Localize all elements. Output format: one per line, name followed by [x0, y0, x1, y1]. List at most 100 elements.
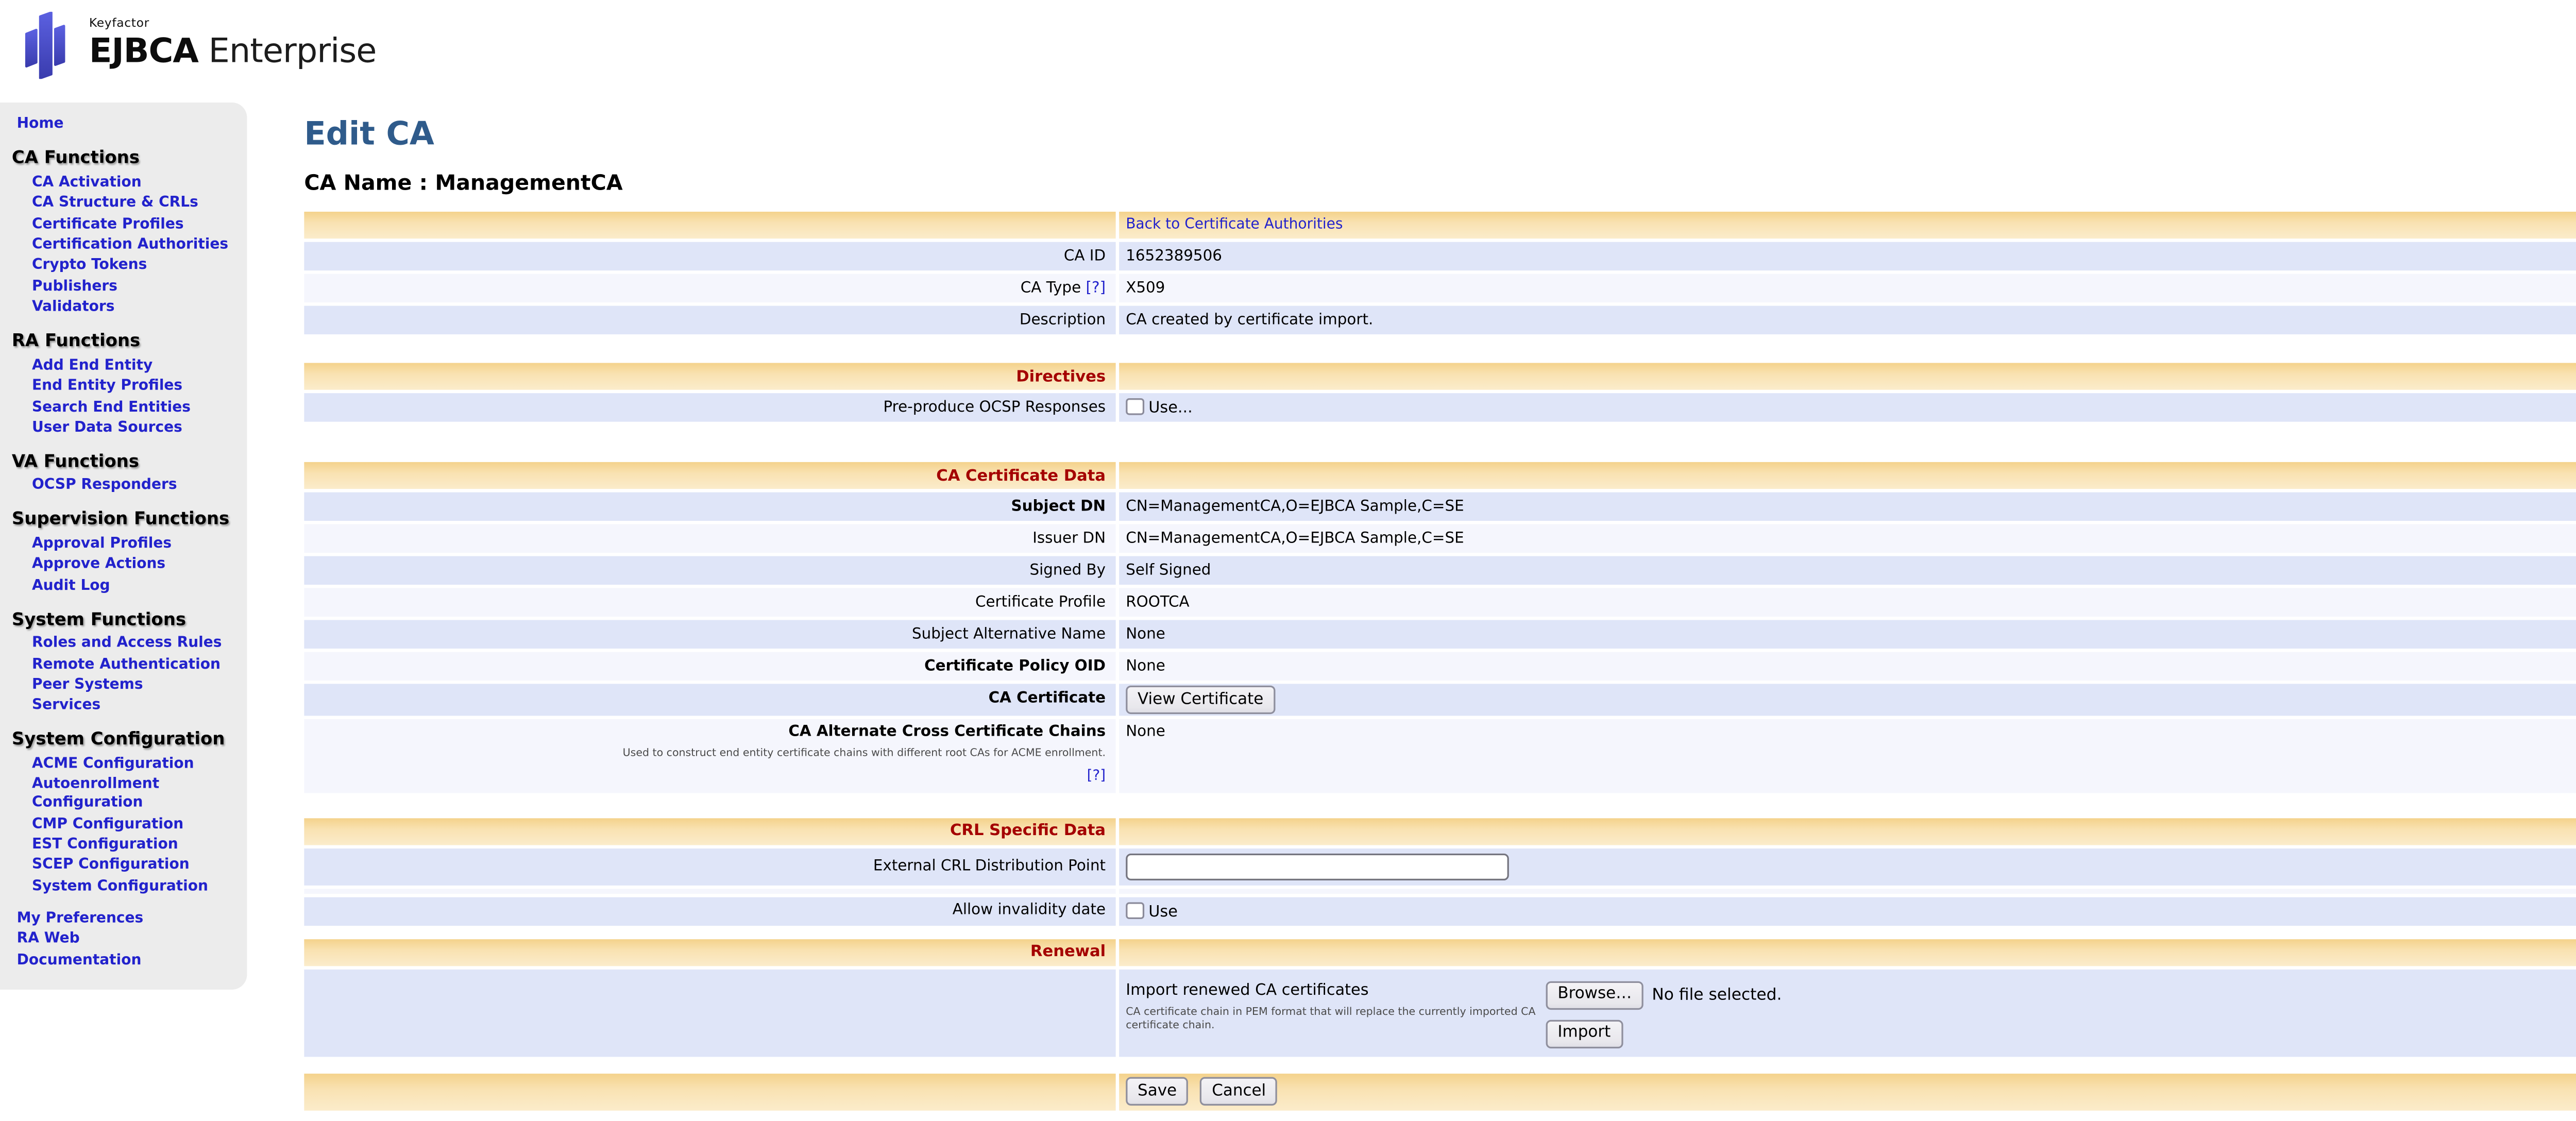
browse-button[interactable]: Browse… — [1546, 981, 1643, 1009]
header-spacer-cell — [1119, 818, 2576, 845]
save-button[interactable]: Save — [1126, 1078, 1189, 1106]
sidebar-item-my-preferences[interactable]: My Preferences — [17, 910, 244, 929]
sidebar: Home CA Functions CA Activation CA Struc… — [0, 103, 247, 990]
brand-edition: Enterprise — [209, 30, 377, 70]
cross-certificate-chains-help-text: Used to construct end entity certificate… — [306, 748, 1106, 761]
sidebar-item-ca-structure-crls[interactable]: CA Structure & CRLs — [32, 195, 244, 214]
sidebar-item-scep-configuration[interactable]: SCEP Configuration — [32, 858, 244, 876]
ca-type-help-link[interactable]: [?] — [1086, 280, 1106, 297]
sidebar-item-approval-profiles[interactable]: Approval Profiles — [32, 536, 244, 554]
sidebar-item-documentation[interactable]: Documentation — [17, 952, 244, 971]
sidebar-item-crypto-tokens[interactable]: Crypto Tokens — [32, 258, 244, 276]
certificate-profile-value: ROOTCA — [1119, 588, 2576, 617]
table-row: Allow invalidity date Use — [304, 897, 2576, 925]
directives-table: Directives Pre-produce OCSP Responses Us… — [301, 360, 2576, 425]
renewal-content: Import renewed CA certificates CA certif… — [1126, 971, 2576, 1048]
table-row: Certificate Policy OID None — [304, 652, 2576, 680]
sidebar-item-acme-configuration[interactable]: ACME Configuration — [32, 756, 244, 774]
table-row: CA Type [?] X509 — [304, 274, 2576, 302]
sidebar-section-ca-functions: CA Functions — [12, 148, 244, 168]
edit-ca-screen: Keyfactor EJBCA Enterprise Home CA Funct… — [0, 0, 2576, 1120]
import-button[interactable]: Import — [1546, 1020, 1623, 1048]
sidebar-item-est-configuration[interactable]: EST Configuration — [32, 837, 244, 855]
renewal-text-column: Import renewed CA certificates CA certif… — [1126, 981, 1546, 1048]
renewal-table: Renewal Import renewed CA certificates C… — [301, 936, 2576, 1060]
sidebar-section-system-configuration: System Configuration — [12, 730, 244, 750]
subject-dn-value: CN=ManagementCA,O=EJBCA Sample,C=SE — [1119, 492, 2576, 521]
sidebar-item-remote-authentication[interactable]: Remote Authentication — [32, 656, 244, 675]
allow-invalidity-date-label: Allow invalidity date — [304, 897, 1115, 925]
sidebar-item-autoenrollment-configuration[interactable]: Autoenrollment Configuration — [32, 777, 244, 814]
sidebar-item-certificate-profiles[interactable]: Certificate Profiles — [32, 216, 244, 235]
actions-table: Save Cancel — [301, 1070, 2576, 1114]
cross-certificate-chains-help-link[interactable]: [?] — [1087, 768, 1106, 785]
sidebar-item-ocsp-responders[interactable]: OCSP Responders — [32, 478, 244, 497]
sidebar-item-services[interactable]: Services — [32, 698, 244, 717]
sidebar-item-add-end-entity[interactable]: Add End Entity — [32, 358, 244, 376]
table-header-row: Back to Certificate Authorities — [304, 212, 2576, 239]
cross-certificate-chains-value: None — [1119, 719, 2576, 793]
general-info-table: Back to Certificate Authorities CA ID 16… — [301, 208, 2576, 337]
sidebar-item-user-data-sources[interactable]: User Data Sources — [32, 420, 244, 438]
sidebar-item-peer-systems[interactable]: Peer Systems — [32, 677, 244, 695]
no-file-selected-text: No file selected. — [1652, 986, 1782, 1005]
allow-invalidity-date-checkbox-label: Use — [1148, 903, 1178, 921]
sidebar-item-approve-actions[interactable]: Approve Actions — [32, 557, 244, 575]
preproduce-ocsp-label: Pre-produce OCSP Responses — [304, 393, 1115, 421]
ca-type-label-text: CA Type — [1021, 280, 1081, 297]
table-row: Description CA created by certificate im… — [304, 306, 2576, 334]
sidebar-item-search-end-entities[interactable]: Search End Entities — [32, 399, 244, 418]
sidebar-item-audit-log[interactable]: Audit Log — [32, 578, 244, 596]
header-spacer-cell — [1119, 363, 2576, 389]
sidebar-item-publishers[interactable]: Publishers — [32, 279, 244, 297]
main-content: Edit CA CA Name : ManagementCA Back to C… — [304, 103, 2576, 1121]
ca-id-value: 1652389506 — [1119, 242, 2576, 270]
header-spacer-cell — [1119, 462, 2576, 489]
actions-spacer-cell — [304, 1074, 1115, 1111]
header-spacer-cell — [1119, 939, 2576, 966]
sidebar-item-home[interactable]: Home — [17, 116, 244, 135]
subject-dn-label: Subject DN — [304, 492, 1115, 521]
table-row: External CRL Distribution Point — [304, 848, 2576, 886]
renewal-section-title: Renewal — [1030, 943, 1106, 962]
spacer-cell — [1119, 889, 2576, 894]
cancel-button[interactable]: Cancel — [1200, 1078, 1278, 1106]
sidebar-section-supervision-functions: Supervision Functions — [12, 510, 244, 530]
actions-row: Save Cancel — [304, 1074, 2576, 1111]
import-renewed-ca-certificates-label: Import renewed CA certificates — [1126, 981, 1546, 999]
allow-invalidity-date-checkbox[interactable] — [1126, 902, 1143, 919]
sidebar-item-validators[interactable]: Validators — [32, 299, 244, 318]
sidebar-item-certification-authorities[interactable]: Certification Authorities — [32, 237, 244, 256]
issuer-dn-value: CN=ManagementCA,O=EJBCA Sample,C=SE — [1119, 524, 2576, 553]
brand-keyfactor: Keyfactor — [89, 17, 377, 29]
section-header-row: CA Certificate Data — [304, 462, 2576, 489]
renewal-spacer-cell — [304, 969, 1115, 1057]
signed-by-value: Self Signed — [1119, 556, 2576, 585]
table-row: Subject Alternative Name None — [304, 620, 2576, 648]
back-to-certificate-authorities-link[interactable]: Back to Certificate Authorities — [1126, 217, 1343, 234]
table-row: CA ID 1652389506 — [304, 242, 2576, 270]
ca-certificate-label: CA Certificate — [304, 684, 1115, 716]
sidebar-item-ra-web[interactable]: RA Web — [17, 931, 244, 950]
sidebar-item-system-configuration[interactable]: System Configuration — [32, 878, 244, 897]
brand-ejbca: EJBCA — [89, 30, 198, 70]
description-label: Description — [304, 306, 1115, 334]
sidebar-item-cmp-configuration[interactable]: CMP Configuration — [32, 816, 244, 835]
certificate-profile-label: Certificate Profile — [304, 588, 1115, 617]
subject-alternative-name-value: None — [1119, 620, 2576, 648]
description-value: CA created by certificate import. — [1119, 306, 2576, 334]
view-certificate-button[interactable]: View Certificate — [1126, 686, 1275, 714]
sidebar-item-roles-and-access-rules[interactable]: Roles and Access Rules — [32, 635, 244, 654]
page-title: Edit CA — [304, 116, 2576, 153]
spacer-cell — [304, 889, 1115, 894]
sidebar-item-end-entity-profiles[interactable]: End Entity Profiles — [32, 378, 244, 397]
sidebar-item-ca-activation[interactable]: CA Activation — [32, 175, 244, 193]
table-row: CA Alternate Cross Certificate Chains Us… — [304, 719, 2576, 793]
import-renewed-help-text: CA certificate chain in PEM format that … — [1126, 1006, 1546, 1032]
preproduce-ocsp-checkbox[interactable] — [1126, 398, 1143, 415]
app-logo: Keyfactor EJBCA Enterprise — [13, 12, 376, 79]
certificate-policy-oid-label: Certificate Policy OID — [304, 652, 1115, 680]
keyfactor-logo-icon — [13, 12, 77, 79]
crl-specific-data-table: CRL Specific Data External CRL Distribut… — [301, 814, 2576, 929]
external-crl-distribution-point-input[interactable] — [1126, 853, 1509, 880]
